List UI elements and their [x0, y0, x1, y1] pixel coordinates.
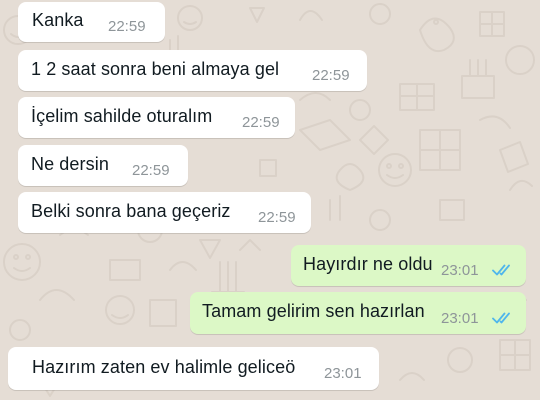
message-time: 23:01	[441, 262, 479, 279]
message-time: 22:59	[258, 209, 296, 226]
double-check-read-icon	[492, 312, 510, 324]
message-bubble-incoming[interactable]: Ne dersin 22:59	[18, 145, 188, 186]
message-bubble-incoming[interactable]: İçelim sahilde oturalım 22:59	[18, 97, 295, 138]
conversation: Kanka 22:59 1 2 saat sonra beni almaya g…	[0, 0, 540, 400]
message-time: 22:59	[242, 114, 280, 131]
message-text: 1 2 saat sonra beni almaya gel	[31, 59, 280, 79]
message-time: 22:59	[312, 67, 350, 84]
message-time: 22:59	[132, 162, 170, 179]
message-bubble-incoming[interactable]: 1 2 saat sonra beni almaya gel 22:59	[18, 50, 367, 91]
message-text: Hazırım zaten ev halimle geliceö	[32, 357, 296, 377]
message-text: Hayırdır ne oldu	[303, 254, 433, 274]
message-bubble-incoming[interactable]: Belki sonra bana geçeriz 22:59	[18, 192, 311, 233]
message-time: 22:59	[108, 18, 146, 35]
message-time: 23:01	[441, 310, 479, 327]
message-text: İçelim sahilde oturalım	[31, 106, 213, 126]
double-check-read-icon	[492, 264, 510, 276]
message-bubble-incoming[interactable]: Hazırım zaten ev halimle geliceö 23:01	[8, 347, 379, 390]
message-text: Tamam gelirim sen hazırlan	[202, 301, 425, 321]
message-bubble-incoming[interactable]: Kanka 22:59	[18, 2, 165, 42]
message-text: Ne dersin	[31, 154, 109, 174]
message-bubble-outgoing[interactable]: Hayırdır ne oldu 23:01	[291, 245, 526, 286]
message-text: Belki sonra bana geçeriz	[31, 201, 231, 221]
message-bubble-outgoing[interactable]: Tamam gelirim sen hazırlan 23:01	[190, 292, 526, 334]
message-text: Kanka	[32, 10, 84, 30]
message-time: 23:01	[324, 365, 362, 382]
